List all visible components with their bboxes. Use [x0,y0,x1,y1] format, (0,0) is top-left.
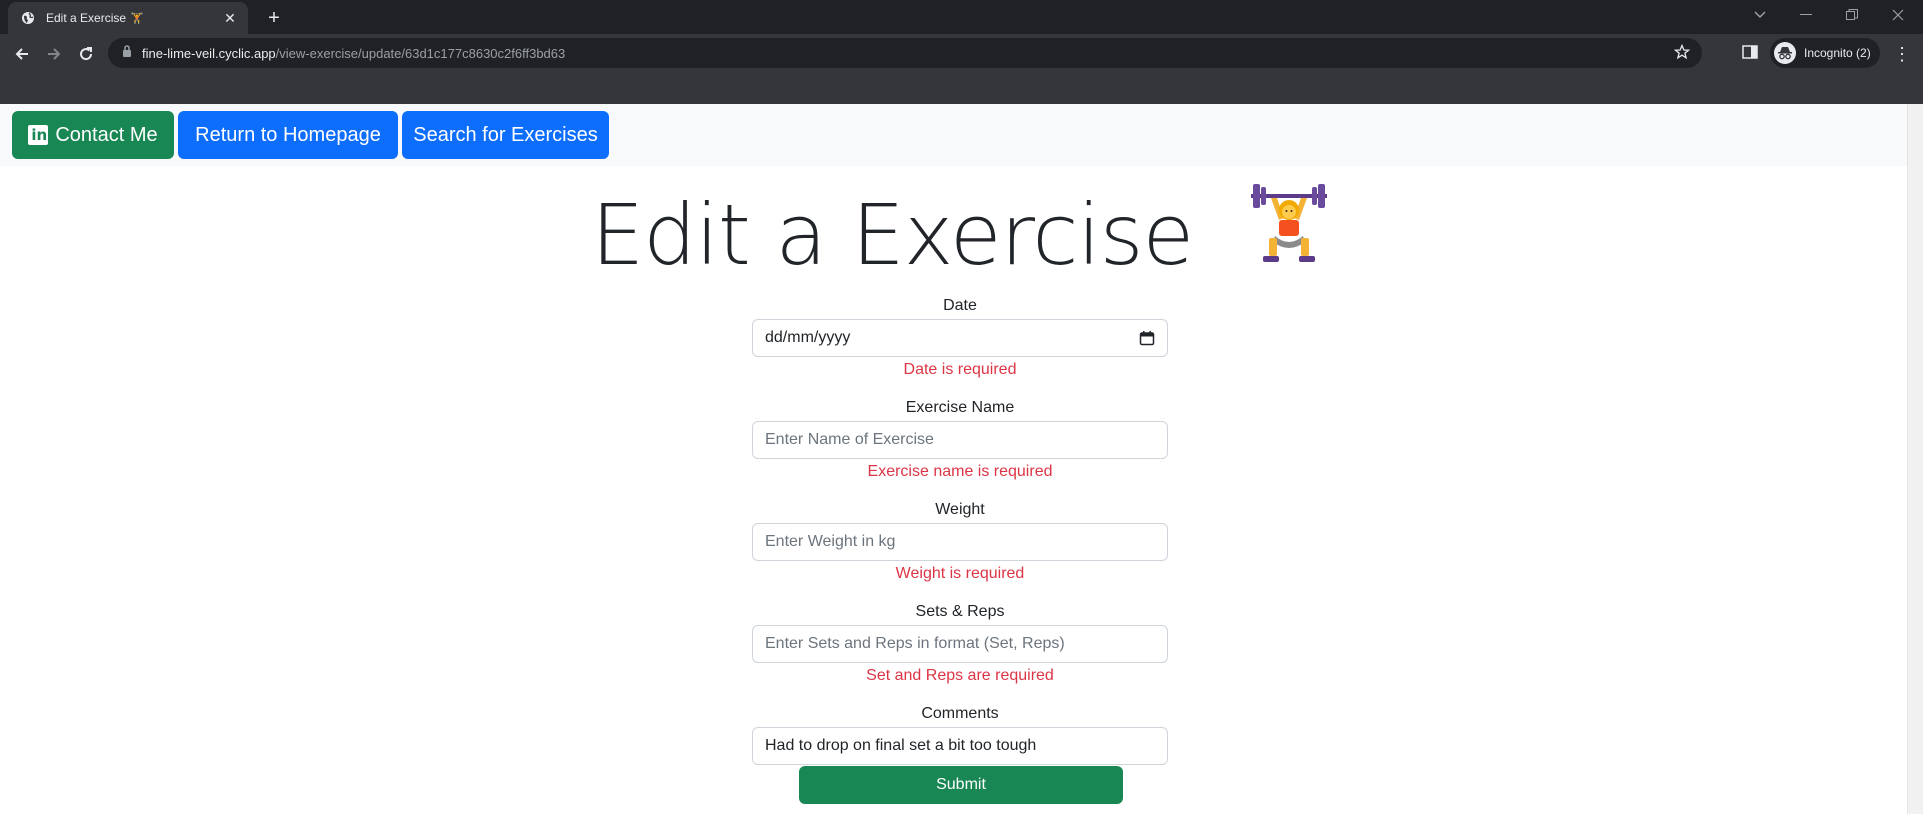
restore-icon[interactable] [1829,0,1875,30]
weight-error: Weight is required [895,565,1025,582]
date-error: Date is required [903,361,1017,378]
address-bar[interactable]: fine-lime-veil.cyclic.app/view-exercise/… [108,38,1702,68]
weight-group: Weight Enter Weight in kg Weight is requ… [752,500,1168,602]
date-group: Date dd/mm/yyyy Date is required [752,296,1168,398]
incognito-label: Incognito (2) [1804,46,1871,60]
sets-reps-error: Set and Reps are required [866,667,1054,684]
weightlifter-icon [1249,182,1329,284]
tab-emoji-icon: 🏋 [130,13,144,25]
weight-label: Weight [935,501,985,518]
weight-input[interactable]: Enter Weight in kg [752,523,1168,561]
sets-reps-input[interactable]: Enter Sets and Reps in format (Set, Reps… [752,625,1168,663]
comments-label: Comments [921,705,999,722]
comments-group: Comments Had to drop on final set a bit … [752,704,1168,765]
contact-me-label: Contact Me [55,123,158,146]
tab-title: Edit a Exercise 🏋 [46,11,144,25]
submit-button[interactable]: Submit [799,766,1123,804]
comments-input[interactable]: Had to drop on final set a bit too tough [752,727,1168,765]
submit-label: Submit [936,776,986,793]
exercise-name-placeholder: Enter Name of Exercise [765,431,934,448]
exercise-name-label: Exercise Name [905,399,1015,416]
incognito-icon [1774,42,1796,64]
date-label: Date [943,297,977,314]
reload-icon[interactable] [70,38,102,70]
comments-value: Had to drop on final set a bit too tough [765,737,1037,754]
side-panel-icon[interactable] [1742,44,1762,64]
exercise-name-input[interactable]: Enter Name of Exercise [752,421,1168,459]
return-home-button[interactable]: Return to Homepage [178,111,398,159]
incognito-profile-button[interactable]: Incognito (2) [1770,38,1880,68]
browser-toolbar: fine-lime-veil.cyclic.app/view-exercise/… [0,34,1923,104]
exercise-name-error: Exercise name is required [867,463,1053,480]
contact-me-button[interactable]: in Contact Me [12,111,174,159]
browser-tabstrip: Edit a Exercise 🏋 ✕ + [0,0,1923,34]
browser-tab[interactable]: Edit a Exercise 🏋 ✕ [8,2,248,34]
calendar-icon[interactable] [1139,330,1155,351]
page-title: Edit a Exercise [0,184,1920,292]
weight-placeholder: Enter Weight in kg [765,533,896,550]
back-arrow-icon[interactable] [6,38,38,70]
tab-search-icon[interactable] [1737,0,1783,30]
sets-reps-placeholder: Enter Sets and Reps in format (Set, Reps… [765,635,1065,652]
url-path: /view-exercise/update/63d1c177c8630c2f6f… [275,45,566,61]
return-home-label: Return to Homepage [195,123,381,146]
browser-menu-icon[interactable]: ⋮ [1892,42,1912,66]
search-exercises-button[interactable]: Search for Exercises [402,111,609,159]
close-tab-icon[interactable]: ✕ [222,10,238,27]
new-tab-button[interactable]: + [260,4,288,32]
bookmark-star-icon[interactable] [1673,43,1691,65]
site-navbar: in Contact Me Return to Homepage Search … [0,104,1907,166]
url-host: fine-lime-veil.cyclic.app [142,45,276,61]
sets-reps-group: Sets & Reps Enter Sets and Reps in forma… [752,602,1168,704]
sets-reps-label: Sets & Reps [915,603,1005,620]
close-window-icon[interactable] [1875,0,1921,30]
forward-arrow-icon[interactable] [38,38,70,70]
globe-icon [20,10,36,26]
lock-icon[interactable] [122,44,132,62]
exercise-name-group: Exercise Name Enter Name of Exercise Exe… [752,398,1168,500]
search-exercises-label: Search for Exercises [413,123,598,146]
minimize-icon[interactable] [1783,0,1829,30]
date-input-value: dd/mm/yyyy [765,329,851,346]
page-title-text: Edit a Exercise [591,186,1194,284]
linkedin-icon: in [28,125,49,145]
date-input[interactable]: dd/mm/yyyy [752,319,1168,357]
edit-exercise-form: Date dd/mm/yyyy Date is required Exercis… [752,296,1168,765]
